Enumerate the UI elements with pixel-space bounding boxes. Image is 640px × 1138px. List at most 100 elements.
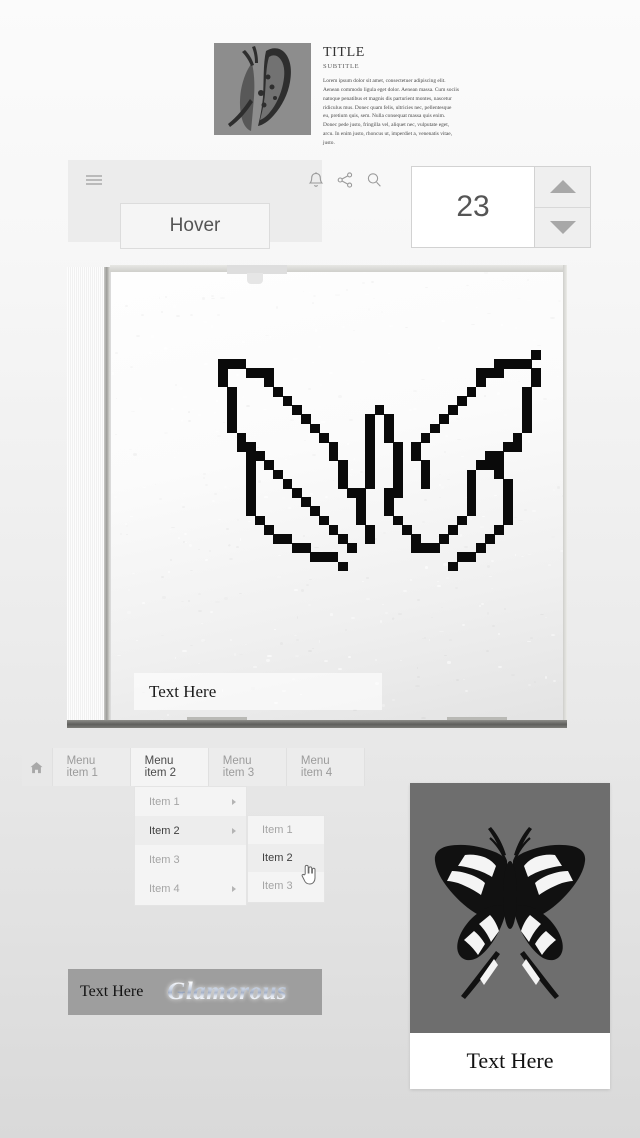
texture-speck bbox=[159, 498, 163, 500]
pixel-cell bbox=[365, 534, 376, 544]
texture-speck bbox=[157, 337, 160, 340]
texture-speck bbox=[188, 600, 190, 602]
texture-speck bbox=[125, 305, 129, 307]
search-icon[interactable] bbox=[364, 170, 384, 190]
texture-speck bbox=[362, 282, 365, 284]
texture-speck bbox=[527, 300, 532, 302]
texture-speck bbox=[215, 284, 218, 288]
texture-speck bbox=[133, 453, 137, 455]
texture-speck bbox=[159, 297, 161, 299]
texture-speck bbox=[437, 685, 440, 687]
texture-speck bbox=[138, 447, 141, 451]
bell-icon[interactable] bbox=[306, 170, 326, 190]
texture-speck bbox=[242, 341, 245, 344]
pixel-cell bbox=[420, 478, 431, 489]
texture-speck bbox=[348, 656, 352, 659]
pixel-cell bbox=[531, 350, 541, 360]
texture-speck bbox=[303, 291, 305, 292]
texture-speck bbox=[129, 515, 133, 518]
texture-speck bbox=[168, 571, 171, 574]
chevron-right-icon bbox=[232, 798, 236, 805]
texture-speck bbox=[353, 330, 355, 331]
texture-speck bbox=[475, 306, 479, 308]
texture-speck bbox=[205, 484, 208, 486]
texture-speck bbox=[115, 352, 118, 354]
texture-speck bbox=[179, 387, 184, 390]
dropdown-item-2[interactable]: Item 2 bbox=[135, 816, 246, 845]
texture-speck bbox=[111, 372, 115, 375]
menu-item-4-label: Menu item 4 bbox=[300, 755, 333, 779]
texture-speck bbox=[312, 302, 315, 304]
texture-speck bbox=[381, 311, 383, 313]
stepper-increment-button[interactable] bbox=[535, 167, 590, 208]
stepper-decrement-button[interactable] bbox=[535, 207, 590, 247]
texture-speck bbox=[128, 588, 130, 591]
texture-speck bbox=[198, 662, 200, 665]
dropdown-item-4[interactable]: Item 4 bbox=[135, 874, 246, 903]
menu-item-1[interactable]: Menu item 1 bbox=[52, 748, 131, 786]
texture-speck bbox=[399, 659, 402, 661]
pixel-butterfly-artwork bbox=[209, 350, 559, 650]
chevron-right-icon bbox=[232, 827, 236, 834]
texture-speck bbox=[314, 329, 318, 332]
texture-speck bbox=[417, 667, 419, 669]
texture-speck bbox=[367, 325, 370, 327]
pixel-cell bbox=[347, 543, 357, 553]
texture-speck bbox=[211, 325, 213, 328]
swallowtail-butterfly-icon bbox=[434, 827, 586, 999]
texture-speck bbox=[405, 327, 408, 329]
cd-jewel-case: Text Here bbox=[67, 265, 567, 733]
texture-speck bbox=[174, 456, 176, 459]
texture-speck bbox=[161, 311, 163, 312]
texture-speck bbox=[346, 346, 351, 348]
dropdown-item-1[interactable]: Item 1 bbox=[135, 787, 246, 816]
texture-speck bbox=[115, 434, 117, 435]
pixel-cell bbox=[429, 423, 440, 434]
article-subtitle: SUBTITLE bbox=[323, 63, 360, 71]
texture-speck bbox=[198, 549, 200, 550]
texture-speck bbox=[346, 289, 349, 290]
texture-speck bbox=[126, 534, 128, 536]
menu-item-2[interactable]: Menu item 2 bbox=[130, 748, 209, 786]
menu-item-3[interactable]: Menu item 3 bbox=[208, 748, 287, 786]
pixel-cell bbox=[466, 506, 477, 517]
stepper-value[interactable]: 23 bbox=[412, 167, 535, 247]
texture-speck bbox=[116, 654, 121, 657]
texture-speck bbox=[265, 335, 268, 337]
texture-speck bbox=[501, 324, 503, 327]
menu-item-4[interactable]: Menu item 4 bbox=[286, 748, 365, 786]
texture-speck bbox=[533, 338, 537, 342]
texture-speck bbox=[324, 659, 329, 662]
menu-home-button[interactable] bbox=[22, 748, 53, 786]
texture-speck bbox=[241, 318, 245, 321]
texture-speck bbox=[308, 292, 311, 294]
dropdown-item-2-label: Item 2 bbox=[149, 824, 180, 837]
hamburger-icon[interactable] bbox=[84, 170, 104, 190]
texture-speck bbox=[373, 298, 375, 299]
texture-speck bbox=[190, 314, 193, 316]
texture-speck bbox=[511, 674, 515, 676]
texture-speck bbox=[183, 541, 185, 543]
pixel-cell bbox=[494, 368, 504, 379]
share-icon[interactable] bbox=[335, 170, 355, 190]
texture-speck bbox=[127, 611, 132, 614]
banner-text-label: Text Here bbox=[80, 983, 144, 1000]
hover-tooltip[interactable]: Hover bbox=[120, 203, 270, 249]
image-card[interactable]: Text Here bbox=[410, 783, 610, 1089]
texture-speck bbox=[517, 298, 521, 299]
cd-spine bbox=[67, 267, 104, 725]
texture-speck bbox=[441, 277, 444, 279]
texture-speck bbox=[180, 419, 183, 422]
submenu-item-1[interactable]: Item 1 bbox=[248, 816, 324, 844]
texture-speck bbox=[462, 678, 465, 681]
pixel-cell bbox=[448, 524, 458, 535]
article-title: TITLE bbox=[323, 45, 365, 60]
pixel-cell bbox=[531, 377, 541, 388]
texture-speck bbox=[545, 676, 548, 679]
article-body: Lorem ipsum dolor sit amet, consectetuer… bbox=[323, 78, 459, 146]
number-stepper[interactable]: 23 bbox=[411, 166, 591, 248]
dropdown-item-3[interactable]: Item 3 bbox=[135, 845, 246, 874]
pixel-cell bbox=[439, 534, 449, 544]
texture-speck bbox=[137, 441, 140, 443]
cd-top-edge bbox=[110, 265, 567, 272]
